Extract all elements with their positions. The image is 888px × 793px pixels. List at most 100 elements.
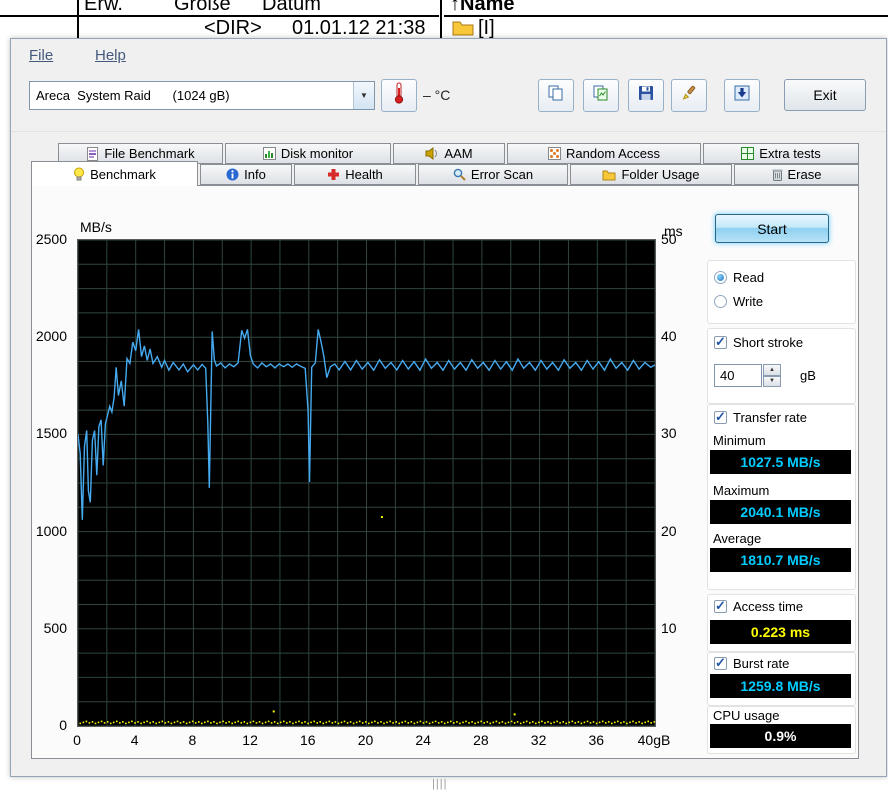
aam-icon <box>425 147 439 160</box>
tab-benchmark[interactable]: Benchmark <box>31 161 198 186</box>
short-stroke-stepper: ▲ ▼ <box>763 364 781 387</box>
write-label: Write <box>733 294 764 309</box>
tab-erase[interactable]: Erase <box>734 164 859 185</box>
info-icon <box>226 168 239 181</box>
menu-file[interactable]: File <box>25 45 57 66</box>
start-button[interactable]: Start <box>715 214 829 243</box>
benchmark-plot <box>77 239 656 727</box>
tab-label: Disk monitor <box>280 146 354 161</box>
maximum-label: Maximum <box>713 483 770 498</box>
thermometer-icon <box>393 82 405 109</box>
tab-folder-usage[interactable]: Folder Usage <box>570 164 732 185</box>
tab-random-access[interactable]: Random Access <box>507 143 701 164</box>
start-label: Start <box>757 220 787 237</box>
exit-button[interactable]: Exit <box>784 79 866 111</box>
cpu-usage-label: CPU usage <box>713 708 780 723</box>
copy-image-button[interactable] <box>583 79 619 112</box>
trash-icon <box>772 168 783 181</box>
disk-monitor-icon <box>262 147 276 160</box>
cpu-usage-value: 0.9% <box>710 724 851 748</box>
average-value: 1810.7 MB/s <box>710 548 851 572</box>
tab-label: Random Access <box>566 146 660 161</box>
short-stroke-input[interactable]: 40 <box>714 364 762 387</box>
benchmark-tab-page: MB/s ms 0 500 1000 1500 2000 2500 10 20 30 40 50 … <box>31 185 859 759</box>
y-left-unit-label: MB/s <box>80 219 112 235</box>
chevron-down-icon: ▼ <box>353 82 374 109</box>
spinner-up-button[interactable]: ▲ <box>763 364 781 376</box>
health-icon <box>327 168 340 181</box>
toolbar-separator <box>11 131 886 132</box>
extra-tests-icon <box>741 147 755 160</box>
copy-image-icon <box>592 84 610 107</box>
transfer-rate-label: Transfer rate <box>733 410 807 425</box>
tab-label: AAM <box>444 146 473 161</box>
access-time-checkbox[interactable]: Access time <box>714 598 804 614</box>
temperature-value: – °C <box>423 87 451 103</box>
column-header-datum[interactable]: Datum <box>262 0 321 16</box>
short-stroke-label: Short stroke <box>733 335 804 350</box>
burst-rate-value: 1259.8 MB/s <box>710 674 851 698</box>
checkbox-indicator <box>714 655 727 671</box>
tab-error-scan[interactable]: Error Scan <box>418 164 568 185</box>
column-header-groesse[interactable]: Größe <box>174 0 231 16</box>
copy-text-button[interactable] <box>538 79 574 112</box>
column-header-erw[interactable]: Erw. <box>84 0 123 16</box>
background-file-window: Erw. Größe Datum <DIR> 01.01.12 21:38 ↑N… <box>0 0 888 38</box>
magnifier-icon <box>453 168 466 181</box>
average-label: Average <box>713 531 762 546</box>
tab-aam[interactable]: AAM <box>393 143 505 164</box>
file-benchmark-icon <box>86 146 99 161</box>
tab-health[interactable]: Health <box>294 164 416 185</box>
x-axis-ticks: 0 4 8 12 16 20 24 28 32 36 40gB <box>73 732 671 748</box>
exit-label: Exit <box>813 87 837 103</box>
pane-divider <box>440 0 442 38</box>
drive-select-value: Areca System Raid (1024 gB) <box>36 88 230 103</box>
benchmark-icon <box>73 167 85 181</box>
down-arrow-icon <box>734 85 750 106</box>
access-time-label: Access time <box>733 599 804 614</box>
gb-unit-label: gB <box>800 368 816 383</box>
capture-button[interactable] <box>671 79 707 112</box>
splitter-handle[interactable]: |||| <box>432 778 447 790</box>
folder-icon <box>452 19 474 38</box>
brush-icon <box>681 85 697 106</box>
drive-select[interactable]: Areca System Raid (1024 gB) ▼ <box>29 81 375 110</box>
tab-extra-tests[interactable]: Extra tests <box>703 143 859 164</box>
save-button[interactable] <box>628 79 664 112</box>
short-stroke-checkbox[interactable]: Short stroke <box>714 334 804 350</box>
burst-rate-checkbox[interactable]: Burst rate <box>714 655 790 671</box>
hdtune-window: File Help Areca System Raid (1024 gB) ▼ … <box>10 38 887 777</box>
radio-indicator <box>714 271 727 284</box>
folder-usage-icon <box>602 169 616 181</box>
tab-label: Folder Usage <box>621 167 700 182</box>
size-cell: <DIR> <box>204 17 262 38</box>
save-icon <box>638 85 654 106</box>
column-divider <box>77 0 79 38</box>
radio-indicator <box>714 295 727 308</box>
tab-label: Erase <box>787 167 822 182</box>
tab-label: File Benchmark <box>104 146 195 161</box>
minimum-value: 1027.5 MB/s <box>710 450 851 474</box>
burst-rate-label: Burst rate <box>733 656 790 671</box>
tab-label: Info <box>244 167 266 182</box>
short-stroke-value: 40 <box>720 368 735 383</box>
read-radio[interactable]: Read <box>714 270 764 285</box>
folder-item[interactable]: [I] <box>452 17 495 38</box>
tab-label: Extra tests <box>759 146 821 161</box>
checkbox-indicator <box>714 409 727 425</box>
spinner-down-button[interactable]: ▼ <box>763 375 781 387</box>
tab-info[interactable]: Info <box>200 164 292 185</box>
y-axis-right-ticks: 10 20 30 40 50 <box>661 231 677 636</box>
transfer-rate-checkbox[interactable]: Transfer rate <box>714 409 807 425</box>
tab-label: Error Scan <box>470 167 534 182</box>
tab-disk-monitor[interactable]: Disk monitor <box>225 143 391 164</box>
temperature-button[interactable] <box>381 79 417 112</box>
download-button[interactable] <box>724 79 760 112</box>
maximum-value: 2040.1 MB/s <box>710 500 851 524</box>
sort-arrow-icon: ↑ <box>450 0 460 15</box>
y-axis-left-ticks: 0 500 1000 1500 2000 2500 <box>35 231 67 733</box>
column-header-name[interactable]: ↑Name <box>450 0 514 16</box>
write-radio[interactable]: Write <box>714 294 763 309</box>
minimum-label: Minimum <box>713 433 766 448</box>
menu-help[interactable]: Help <box>91 45 130 66</box>
